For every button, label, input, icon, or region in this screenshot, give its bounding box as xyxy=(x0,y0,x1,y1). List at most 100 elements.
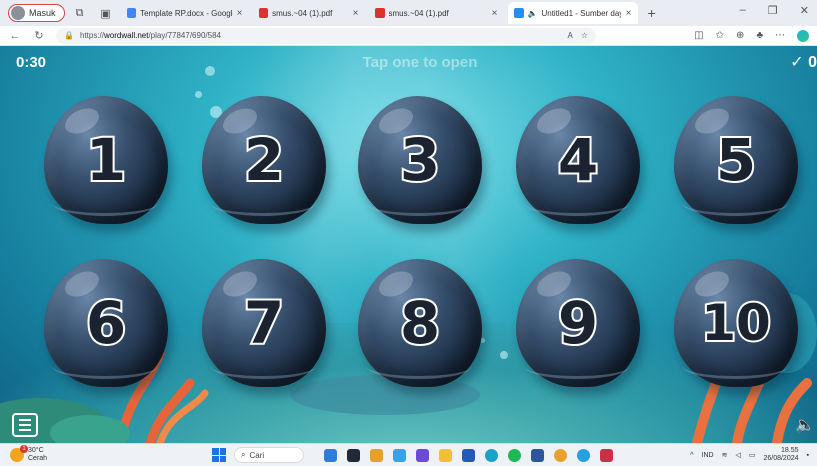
wifi-icon[interactable]: ≋ xyxy=(722,451,728,459)
windows-start-icon[interactable] xyxy=(212,448,226,462)
clock[interactable]: 18.55 26/08/2024 xyxy=(763,447,798,463)
search-icon: ⌕ xyxy=(241,450,246,459)
close-icon[interactable]: × xyxy=(492,8,498,19)
sound-icon[interactable]: 🔈 xyxy=(795,415,815,435)
system-tray: ^ IND ≋ ◁ ▭ 18.55 26/08/2024 ▪ xyxy=(690,447,817,463)
address-bar-row: ← ↻ 🔒 https://wordwall.net/play/77847/69… xyxy=(0,26,817,46)
tab-title: Untitled1 - Sumber daya per xyxy=(541,8,622,18)
box-number: 10 xyxy=(699,292,773,354)
wordwall-favicon-icon xyxy=(513,8,524,18)
chrome-icon[interactable] xyxy=(554,448,567,462)
bubble xyxy=(500,351,508,359)
profile-button[interactable]: Masuk xyxy=(8,4,65,22)
tab-pdf-2[interactable]: smus.~04 (1).pdf × xyxy=(369,2,504,24)
mystery-box-3[interactable]: 3 xyxy=(358,96,482,224)
close-icon[interactable]: × xyxy=(237,8,243,19)
file-explorer-icon[interactable] xyxy=(439,448,452,462)
tab-template-doc[interactable]: Template RP.docx - Google Dokumen × xyxy=(121,2,249,24)
box-number: 6 xyxy=(84,287,128,359)
weather-text: 30°C Cerah xyxy=(28,447,48,462)
close-window-icon[interactable]: ✕ xyxy=(800,4,809,17)
box-number: 3 xyxy=(398,124,442,196)
minimize-icon[interactable]: – xyxy=(740,4,746,17)
wordwall-game-area: 0:30 Tap one to open ✓ 0 1 2 3 4 5 6 7 8… xyxy=(0,46,817,443)
volume-icon[interactable]: ◁ xyxy=(735,451,740,459)
app-pen-icon[interactable] xyxy=(416,448,429,462)
weather-alert-badge: 1 xyxy=(20,445,28,453)
edge-icon[interactable] xyxy=(485,448,498,462)
window-controls: – ❐ ✕ xyxy=(740,4,809,17)
copilot-icon[interactable] xyxy=(797,29,809,42)
language-indicator[interactable]: IND xyxy=(702,452,714,459)
pdf-favicon-icon xyxy=(374,8,385,18)
task-view-icon[interactable] xyxy=(347,448,360,462)
favorite-star-icon[interactable]: ☆ xyxy=(581,31,588,40)
mystery-box-9[interactable]: 9 xyxy=(516,259,640,387)
workspaces-icon[interactable]: ⧉ xyxy=(69,4,91,22)
menu-icon[interactable] xyxy=(12,413,38,437)
box-number: 9 xyxy=(556,287,600,359)
profile-label: Masuk xyxy=(29,8,56,18)
mystery-box-4[interactable]: 4 xyxy=(516,96,640,224)
chevron-up-icon[interactable]: ^ xyxy=(690,452,693,459)
split-screen-icon[interactable]: ◫ xyxy=(694,30,703,42)
pinned-apps xyxy=(324,448,613,462)
mystery-box-2[interactable]: 2 xyxy=(202,96,326,224)
tab-title: smus.~04 (1).pdf xyxy=(388,8,449,18)
tab-wordwall-active[interactable]: 🔈 Untitled1 - Sumber daya per × xyxy=(507,2,638,24)
word-icon[interactable] xyxy=(531,448,544,462)
browser-tab-strip: Masuk ⧉ ▣ Template RP.docx - Google Doku… xyxy=(0,0,817,26)
windows-taskbar: 1 30°C Cerah ⌕ Cari ^ IND ≋ ◁ ▭ 18.55 26/0… xyxy=(0,443,817,466)
box-number: 8 xyxy=(398,287,442,359)
battery-icon[interactable]: ▭ xyxy=(749,451,756,459)
tab-actions-icon[interactable]: ▣ xyxy=(95,4,117,22)
url-field[interactable]: 🔒 https://wordwall.net/play/77847/690/58… xyxy=(56,27,596,44)
notification-icon[interactable]: ▪ xyxy=(807,452,809,459)
mystery-box-5[interactable]: 5 xyxy=(674,96,798,224)
browser-toolbar: ◫ ✩ ⊕ ♣ ⋯ xyxy=(694,29,809,42)
app-widget-icon[interactable] xyxy=(393,448,406,462)
favorites-icon[interactable]: ✩ xyxy=(716,30,724,42)
new-tab-button[interactable]: + xyxy=(642,5,662,21)
score-counter: ✓ 0 xyxy=(790,54,817,71)
tab-title: smus.~04 (1).pdf xyxy=(272,8,333,18)
app-store-icon[interactable] xyxy=(462,448,475,462)
avatar xyxy=(11,6,25,20)
bubble xyxy=(195,91,202,98)
tab-pdf-1[interactable]: smus.~04 (1).pdf × xyxy=(253,2,365,24)
mystery-box-7[interactable]: 7 xyxy=(202,259,326,387)
weather-sun-icon: 1 xyxy=(10,445,28,462)
more-icon[interactable]: ⋯ xyxy=(775,30,785,42)
search-placeholder: Cari xyxy=(249,450,265,460)
mystery-box-10[interactable]: 10 xyxy=(674,259,798,387)
app-colorful-icon[interactable] xyxy=(370,448,383,462)
extensions-icon[interactable]: ♣ xyxy=(756,30,763,42)
collections-icon[interactable]: ⊕ xyxy=(736,30,744,42)
mystery-box-8[interactable]: 8 xyxy=(358,259,482,387)
app-bird-icon[interactable] xyxy=(324,448,337,462)
app-red-icon[interactable] xyxy=(600,448,613,462)
whatsapp-icon[interactable] xyxy=(577,448,590,462)
box-number: 2 xyxy=(242,124,286,196)
search-input[interactable]: ⌕ Cari xyxy=(234,447,304,463)
docs-favicon-icon xyxy=(126,8,137,18)
box-number: 5 xyxy=(714,124,758,196)
lock-icon: 🔒 xyxy=(64,31,74,40)
pdf-favicon-icon xyxy=(258,8,269,18)
close-icon[interactable]: × xyxy=(353,8,359,19)
mystery-box-6[interactable]: 6 xyxy=(44,259,168,387)
audio-playing-icon[interactable]: 🔈 xyxy=(528,9,538,18)
spotify-icon[interactable] xyxy=(508,448,521,462)
box-number: 7 xyxy=(242,287,286,359)
restore-icon[interactable]: ❐ xyxy=(768,4,778,17)
url-text: https://wordwall.net/play/77847/690/584 xyxy=(79,31,221,40)
mystery-box-1[interactable]: 1 xyxy=(44,96,168,224)
weather-widget[interactable]: 1 30°C Cerah xyxy=(0,445,200,463)
close-icon[interactable]: × xyxy=(626,8,632,19)
box-number: 4 xyxy=(556,124,600,196)
back-icon[interactable]: ← xyxy=(8,30,22,42)
instruction-text: Tap one to open xyxy=(362,54,478,71)
refresh-icon[interactable]: ↻ xyxy=(32,29,46,42)
box-number: 1 xyxy=(84,124,128,196)
read-aloud-icon[interactable]: A xyxy=(567,31,572,40)
